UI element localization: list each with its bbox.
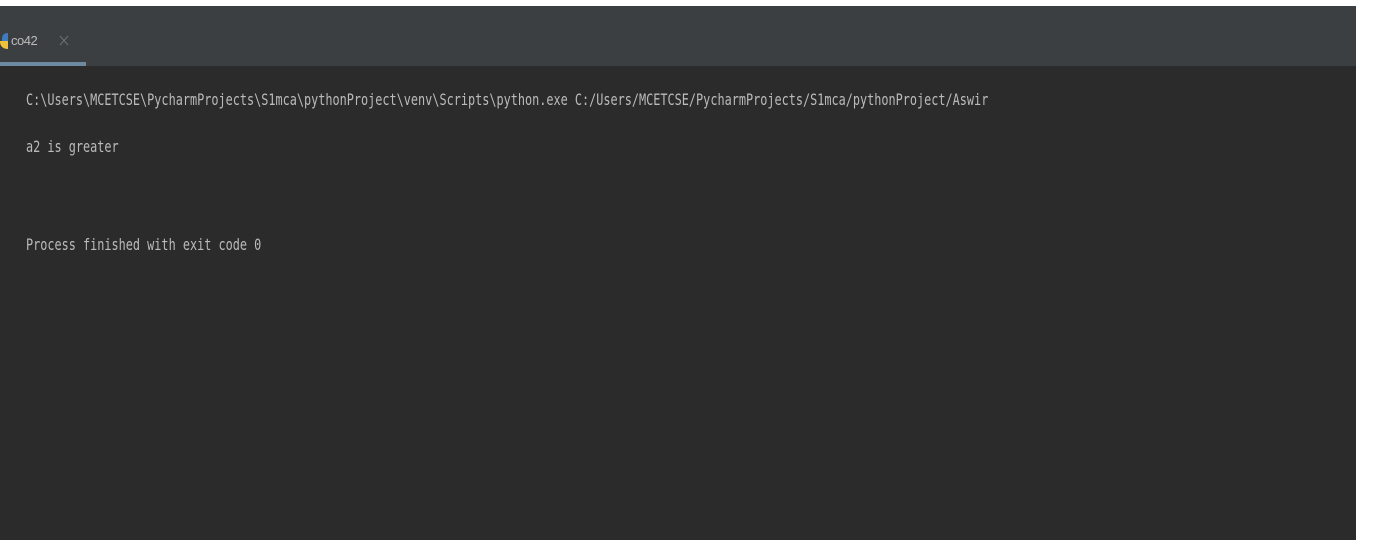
exit-status-line: Process finished with exit code 0 bbox=[26, 235, 262, 254]
run-tab-bar: co42 bbox=[0, 6, 1356, 66]
run-console-window: co42 C:\Users\MCETCSE\PycharmProjects\S1… bbox=[0, 6, 1356, 540]
run-tab-co42[interactable]: co42 bbox=[0, 6, 86, 66]
command-line: C:\Users\MCETCSE\PycharmProjects\S1mca\p… bbox=[26, 90, 989, 109]
console-output[interactable]: C:\Users\MCETCSE\PycharmProjects\S1mca\p… bbox=[0, 66, 1356, 540]
close-icon[interactable] bbox=[58, 32, 70, 48]
program-output-line: a2 is greater bbox=[26, 137, 119, 156]
python-file-icon bbox=[0, 33, 8, 49]
tab-label: co42 bbox=[11, 33, 38, 48]
